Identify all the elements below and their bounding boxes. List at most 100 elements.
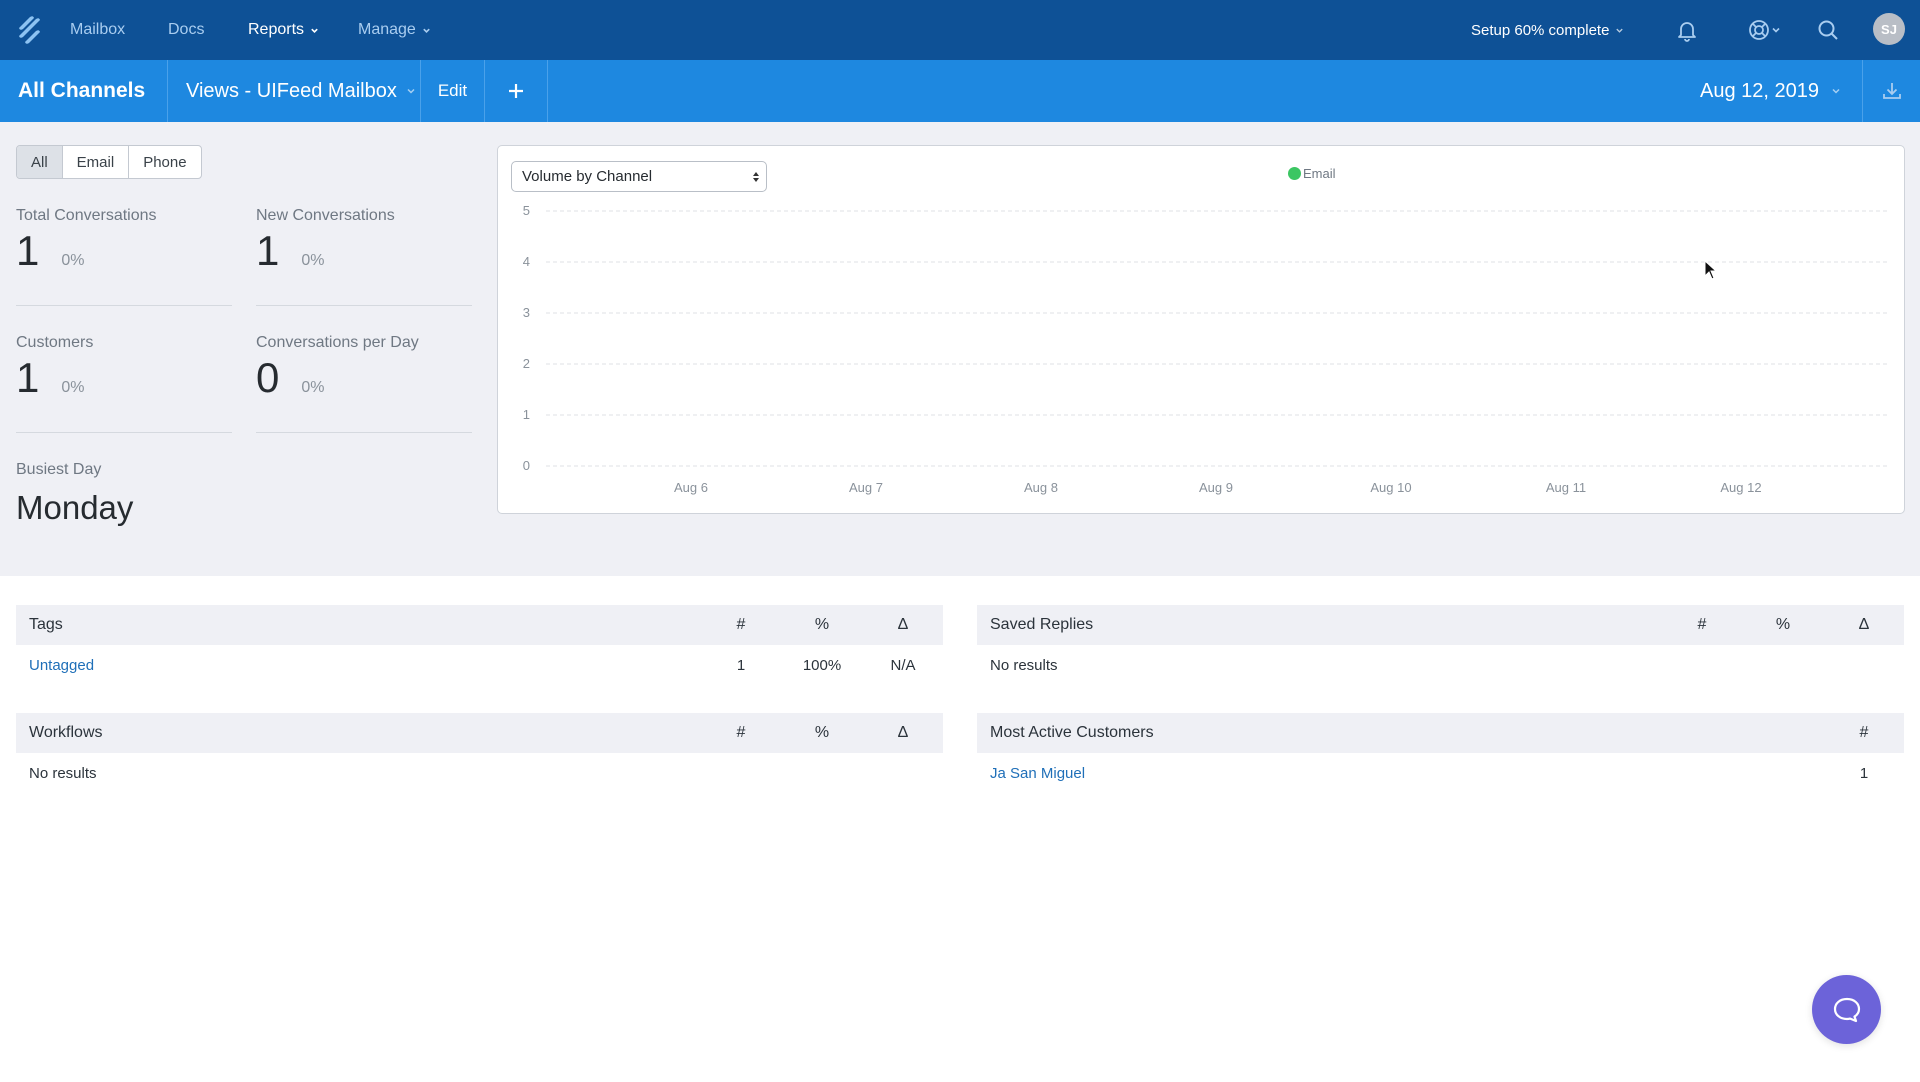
col-count[interactable]: # (711, 724, 771, 742)
divider (16, 432, 232, 433)
chart-type-select-value: Volume by Channel (522, 168, 653, 185)
table-header: Workflows # % Δ (16, 713, 943, 753)
add-view-button[interactable] (485, 60, 548, 122)
no-results-text: No results (29, 764, 97, 782)
helpscout-logo-icon[interactable] (16, 15, 42, 45)
stat-total-conversations: Total Conversations 1 0% (16, 207, 232, 306)
x-tick-label: Aug 8 (1024, 480, 1058, 495)
customer-link[interactable]: Ja San Miguel (990, 765, 1085, 782)
help-menu-button[interactable] (1744, 14, 1784, 46)
chat-beacon-button[interactable] (1812, 975, 1881, 1044)
stat-label: New Conversations (256, 207, 395, 224)
tag-link[interactable]: Untagged (29, 657, 94, 674)
y-tick-label: 4 (523, 254, 530, 269)
x-tick-label: Aug 11 (1546, 480, 1586, 495)
nav-reports[interactable]: Reports (248, 0, 319, 60)
volume-chart: 0 1 2 3 4 5 Aug 6 Aug 7 Aug 8 Aug 9 Aug 10 Aug 11 Au… (523, 203, 1888, 495)
download-icon (1882, 83, 1901, 99)
chat-bubble-icon (1833, 997, 1860, 1022)
cell-delta: N/A (890, 656, 916, 674)
filter-all[interactable]: All (17, 146, 63, 178)
edit-view-button[interactable]: Edit (421, 60, 485, 122)
cell-count: 1 (736, 656, 746, 674)
nav-mailbox[interactable]: Mailbox (70, 0, 125, 60)
download-report-button[interactable] (1862, 60, 1920, 122)
channel-filter: All Email Phone (16, 145, 202, 179)
stat-label: Conversations per Day (256, 334, 419, 351)
stat-busiest-day: Busiest Day Monday (16, 461, 232, 527)
saved-replies-table: Saved Replies # % Δ No results (977, 605, 1904, 685)
nav-manage[interactable]: Manage (358, 0, 431, 60)
chevron-down-icon (1616, 28, 1624, 33)
date-range-label: Aug 12, 2019 (1700, 79, 1819, 102)
search-icon (1818, 20, 1838, 40)
col-delta[interactable]: Δ (873, 616, 933, 634)
table-header: Saved Replies # % Δ (977, 605, 1904, 645)
nav-docs[interactable]: Docs (168, 0, 204, 60)
setup-progress-dropdown[interactable]: Setup 60% complete (1471, 0, 1624, 60)
stat-label: Customers (16, 334, 94, 351)
x-tick-label: Aug 6 (674, 480, 708, 495)
nav-reports-label: Reports (248, 21, 305, 38)
chart-type-select[interactable]: Volume by Channel (511, 161, 767, 192)
col-delta[interactable]: Δ (1834, 616, 1894, 634)
stat-customers: Customers 1 0% (16, 334, 232, 433)
views-dropdown[interactable]: Views - UIFeed Mailbox (168, 60, 421, 122)
col-percent[interactable]: % (792, 616, 852, 634)
stat-value: 1 (16, 227, 40, 274)
stat-value: Monday (16, 489, 134, 526)
search-button[interactable] (1814, 14, 1842, 46)
filter-email[interactable]: Email (63, 146, 130, 178)
table-row: Untagged 1 100% N/A (16, 645, 943, 685)
table-title: Most Active Customers (990, 724, 1154, 741)
y-tick-label: 3 (523, 305, 530, 320)
chevron-down-icon (1832, 88, 1840, 94)
setup-progress-label: Setup 60% complete (1471, 21, 1610, 39)
y-tick-label: 2 (523, 356, 530, 371)
filter-phone[interactable]: Phone (129, 146, 200, 178)
stat-change: 0% (61, 379, 85, 396)
stat-change: 0% (301, 252, 325, 269)
table-title: Workflows (29, 724, 103, 741)
table-title: Saved Replies (990, 616, 1094, 633)
no-results-text: No results (990, 656, 1058, 674)
y-tick-label: 5 (523, 203, 530, 218)
cell-count: 1 (1859, 764, 1869, 782)
stat-value: 0 (256, 354, 280, 401)
nav-mailbox-label: Mailbox (70, 21, 126, 38)
mouse-pointer-icon (1704, 260, 1718, 280)
col-count[interactable]: # (1834, 724, 1894, 742)
tags-table: Tags # % Δ Untagged 1 100% N/A (16, 605, 943, 685)
stat-label: Total Conversations (16, 207, 157, 224)
chevron-down-icon (423, 28, 430, 33)
col-count[interactable]: # (1672, 616, 1732, 634)
stat-new-conversations: New Conversations 1 0% (256, 207, 472, 306)
top-navigation: Mailbox Docs Reports Manage Setup 60% co… (0, 0, 1920, 60)
select-arrows-icon (753, 172, 759, 182)
report-header-bar: All Channels Views - UIFeed Mailbox Edit… (0, 60, 1920, 122)
cell-percent: 100% (802, 656, 842, 674)
stat-value: 1 (256, 227, 280, 274)
bell-icon (1678, 22, 1696, 42)
chart-legend-email[interactable]: Email (1288, 166, 1336, 181)
y-tick-label: 1 (523, 407, 530, 422)
notifications-button[interactable] (1673, 14, 1701, 46)
col-count[interactable]: # (711, 616, 771, 634)
chevron-down-icon (1772, 27, 1780, 33)
x-tick-label: Aug 7 (849, 480, 883, 495)
help-lifebuoy-icon (1749, 20, 1769, 40)
user-avatar[interactable]: SJ (1873, 13, 1905, 45)
col-delta[interactable]: Δ (873, 724, 933, 742)
nav-docs-label: Docs (168, 21, 205, 38)
legend-dot-icon (1288, 167, 1301, 180)
x-tick-label: Aug 10 (1370, 480, 1411, 495)
stat-conversations-per-day: Conversations per Day 0 0% (256, 334, 472, 433)
views-dropdown-label: Views - UIFeed Mailbox (186, 79, 397, 102)
col-percent[interactable]: % (792, 724, 852, 742)
chevron-down-icon (407, 88, 415, 94)
date-range-picker[interactable]: Aug 12, 2019 (1700, 60, 1841, 122)
stat-value: 1 (16, 354, 40, 401)
plus-icon (509, 84, 523, 98)
col-percent[interactable]: % (1753, 616, 1813, 634)
x-tick-label: Aug 12 (1720, 480, 1761, 495)
